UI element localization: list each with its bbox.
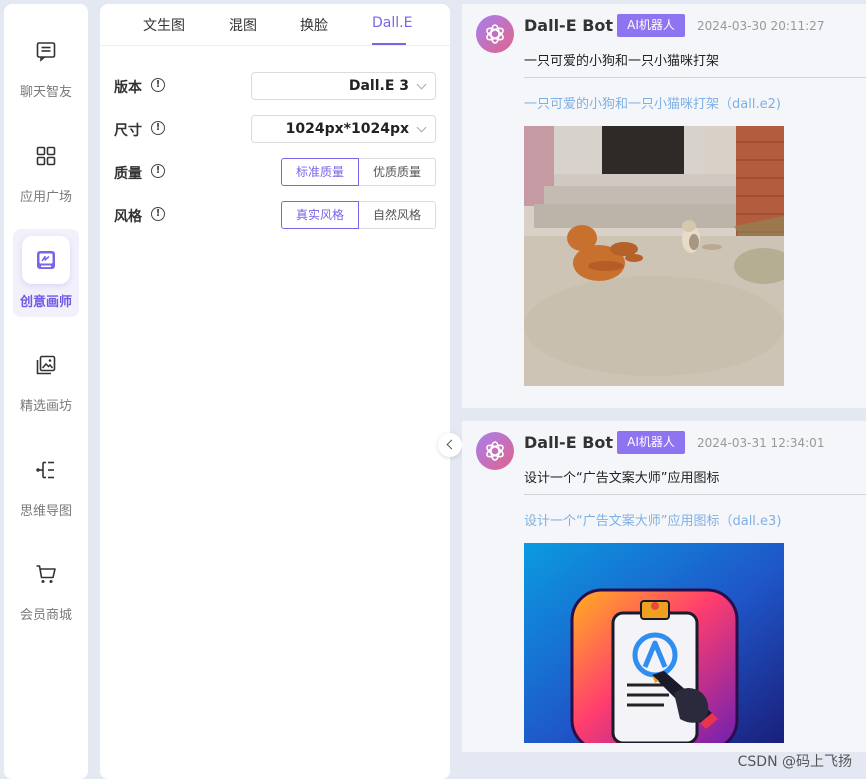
generated-image-dog-cat <box>524 126 784 386</box>
chat-area: Dall-E Bot AI机器人 2024-03-30 20:11:27 一只可… <box>462 4 866 752</box>
style-info-icon[interactable]: ! <box>151 207 165 221</box>
version-info-icon[interactable]: ! <box>151 78 165 92</box>
chevron-down-icon <box>416 122 427 133</box>
size-select[interactable]: 1024px*1024px <box>251 115 436 143</box>
prompt-link[interactable]: 设计一个“广告文案大师”应用图标（dall.e3) <box>524 510 781 529</box>
grid-icon <box>36 146 56 166</box>
tab-blend[interactable]: 混图 <box>229 15 257 35</box>
watermark: CSDN @码上飞扬 <box>737 754 852 770</box>
nav-label: 思维导图 <box>19 504 72 519</box>
message-card: Dall-E Bot AI机器人 2024-03-31 12:34:01 设计一… <box>462 421 866 752</box>
size-value: 1024px*1024px <box>285 121 409 137</box>
tab-dalle[interactable]: Dall.E <box>372 15 412 31</box>
generated-image-dog-cat[interactable] <box>524 126 784 386</box>
nav-item-shop[interactable]: 会员商城 <box>13 558 79 646</box>
message-timestamp: 2024-03-31 12:34:01 <box>697 436 825 450</box>
bot-avatar <box>476 432 514 470</box>
mode-tabs: 文生图 混图 换脸 Dall.E <box>100 4 450 46</box>
bot-avatar <box>476 15 514 53</box>
version-select[interactable]: Dall.E 3 <box>251 72 436 100</box>
divider <box>524 494 866 495</box>
openai-logo-icon <box>486 24 504 44</box>
palette-icon <box>37 251 55 269</box>
version-value: Dall.E 3 <box>348 78 409 94</box>
prompt-link[interactable]: 一只可爱的小狗和一只小猫咪打架（dall.e2) <box>524 93 781 112</box>
nav-item-mindmap[interactable]: 思维导图 <box>13 454 79 542</box>
nav-item-gallery[interactable]: 精选画坊 <box>13 349 79 437</box>
gallery-icon <box>36 355 56 375</box>
quality-label: 质量 <box>114 166 142 182</box>
size-label: 尺寸 <box>114 123 142 139</box>
nav-item-creative-painter[interactable]: 创意画师 <box>13 229 79 317</box>
style-label: 风格 <box>114 209 142 225</box>
generated-image-app-icon <box>524 543 784 743</box>
bot-name: Dall-E Bot <box>524 16 614 35</box>
message-prompt: 设计一个“广告文案大师”应用图标 <box>524 471 720 486</box>
tab-text-to-image[interactable]: 文生图 <box>143 15 185 35</box>
collapse-panel-button[interactable] <box>438 433 462 457</box>
sidebar-nav: 聊天智友 应用广场 创意画师 精选画坊 思维导图 会员商城 <box>4 4 88 779</box>
nav-label: 应用广场 <box>19 190 72 205</box>
style-natural-button[interactable]: 自然风格 <box>358 201 436 229</box>
nav-item-apps[interactable]: 应用广场 <box>13 140 79 228</box>
size-info-icon[interactable]: ! <box>151 121 165 135</box>
chat-icon <box>36 42 56 62</box>
nav-label: 精选画坊 <box>19 399 72 414</box>
version-label: 版本 <box>114 80 142 96</box>
message-prompt: 一只可爱的小狗和一只小猫咪打架 <box>524 54 720 69</box>
message-card: Dall-E Bot AI机器人 2024-03-30 20:11:27 一只可… <box>462 4 866 408</box>
active-tab-indicator <box>372 43 406 45</box>
style-realistic-button[interactable]: 真实风格 <box>281 201 359 229</box>
divider <box>524 77 866 78</box>
chevron-left-icon <box>446 439 457 450</box>
nav-label: 会员商城 <box>19 608 72 623</box>
message-timestamp: 2024-03-30 20:11:27 <box>697 19 825 33</box>
openai-logo-icon <box>486 441 504 461</box>
generated-image-app-icon[interactable] <box>524 543 784 743</box>
quality-info-icon[interactable]: ! <box>151 164 165 178</box>
tab-face-swap[interactable]: 换脸 <box>300 15 328 35</box>
quality-standard-button[interactable]: 标准质量 <box>281 158 359 186</box>
bot-name: Dall-E Bot <box>524 433 614 452</box>
cart-icon <box>36 565 56 583</box>
nav-label: 创意画师 <box>19 295 72 310</box>
ai-bot-badge: AI机器人 <box>617 431 685 454</box>
quality-premium-button[interactable]: 优质质量 <box>358 158 436 186</box>
chevron-down-icon <box>416 79 427 90</box>
nav-label: 聊天智友 <box>19 85 72 100</box>
ai-bot-badge: AI机器人 <box>617 14 685 37</box>
settings-panel: 文生图 混图 换脸 Dall.E 版本 ! Dall.E 3 尺寸 ! 1024… <box>100 4 450 779</box>
mindmap-icon <box>36 461 54 479</box>
nav-item-chat[interactable]: 聊天智友 <box>13 35 79 123</box>
